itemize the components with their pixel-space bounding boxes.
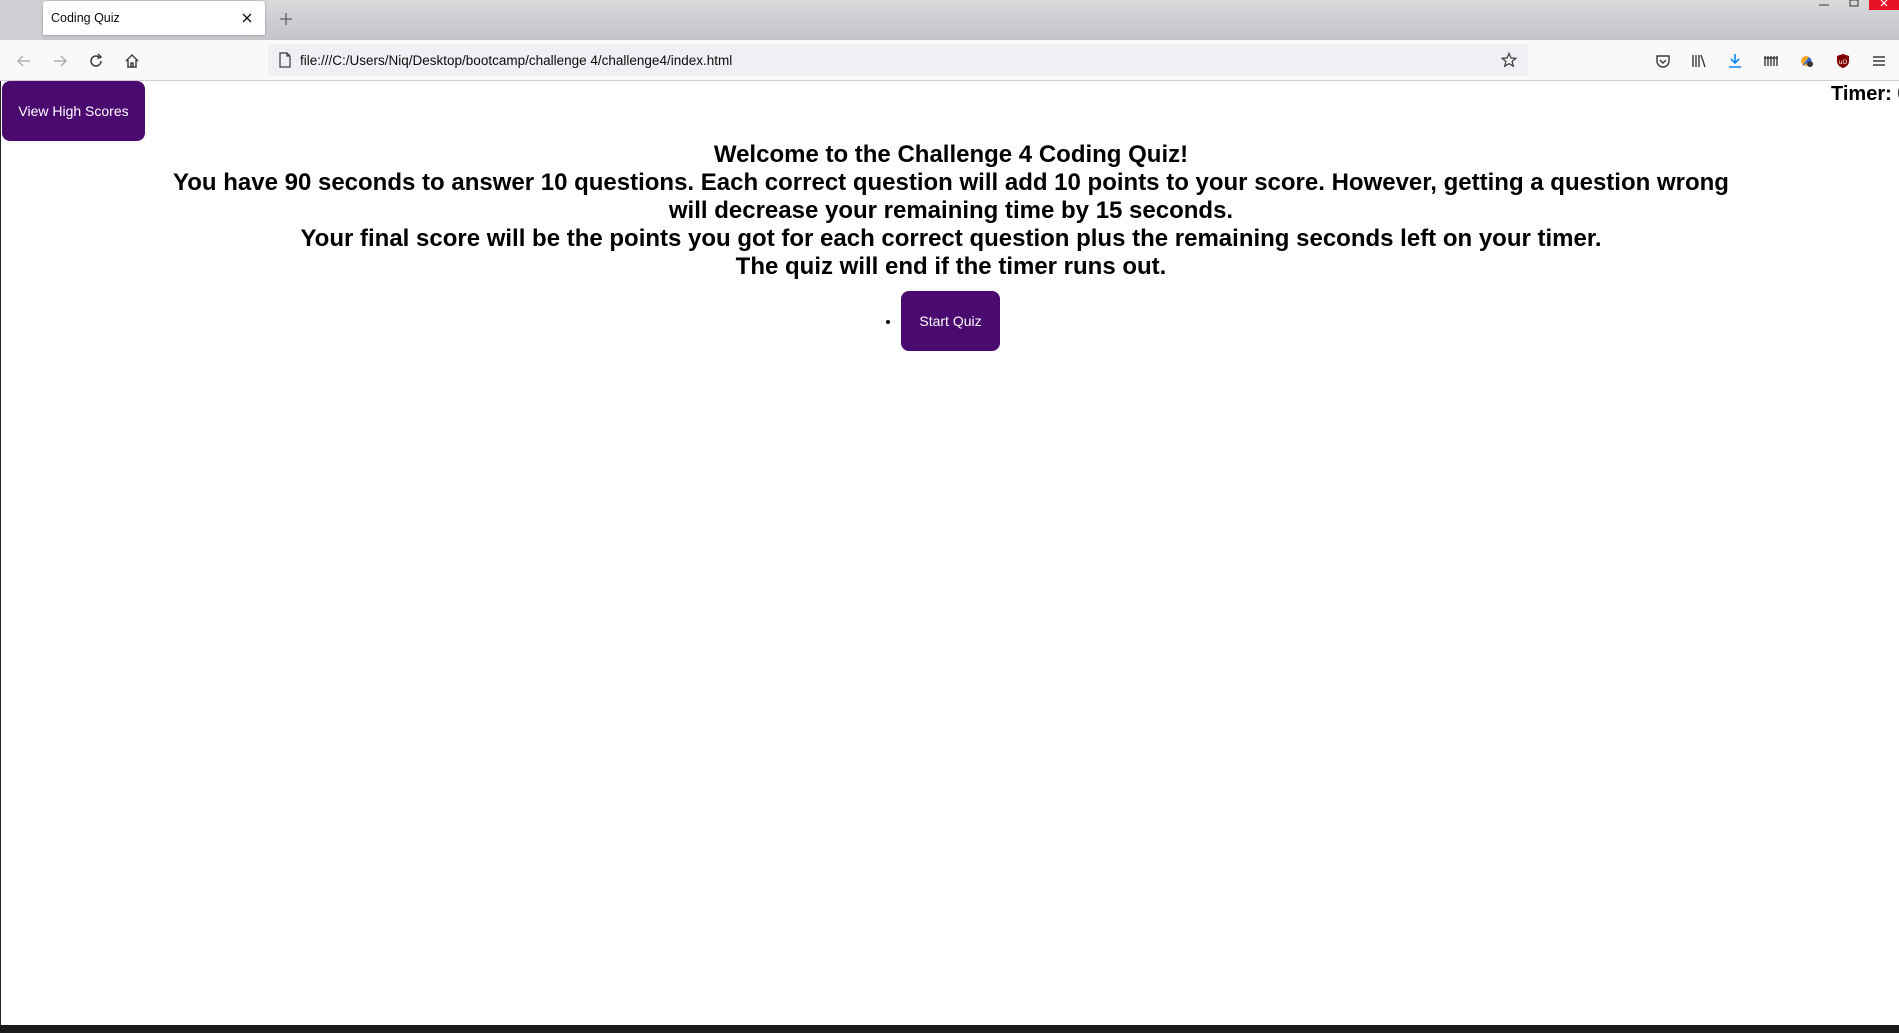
actions-list: Start Quiz [901,291,1000,351]
browser-titlebar: Coding Quiz [0,0,1899,40]
rules-text-2: Your final score will be the points you … [300,225,1602,252]
ublock-icon[interactable]: uO [1830,48,1856,74]
reload-icon[interactable] [83,48,109,74]
pocket-icon[interactable] [1650,48,1676,74]
address-bar[interactable]: file:///C:/Users/Niq/Desktop/bootcamp/ch… [268,44,1528,76]
welcome-heading: Welcome to the Challenge 4 Coding Quiz! [713,141,1189,168]
taskbar-edge [0,1025,1899,1033]
rules-text-3: The quiz will end if the timer runs out. [735,253,1167,280]
tab-strip-spacer [0,0,42,40]
tab-coding-quiz[interactable]: Coding Quiz [43,1,265,35]
window-controls [1809,0,1899,10]
quiz-intro: Welcome to the Challenge 4 Coding Quiz! … [151,141,1751,281]
library-icon[interactable] [1686,48,1712,74]
extension-avatar-icon[interactable] [1794,48,1820,74]
menu-icon[interactable] [1866,48,1892,74]
tab-title: Coding Quiz [51,11,120,25]
bookmark-star-icon[interactable] [1498,49,1520,71]
forward-icon[interactable] [47,48,73,74]
list-item: Start Quiz [901,291,1000,351]
browser-toolbar: file:///C:/Users/Niq/Desktop/bootcamp/ch… [0,40,1899,81]
page-viewport: View High Scores Timer: 0 Welcome to the… [0,81,1899,1025]
close-tab-icon[interactable] [239,10,255,26]
back-icon[interactable] [11,48,37,74]
view-high-scores-button[interactable]: View High Scores [2,81,145,141]
start-quiz-button[interactable]: Start Quiz [901,291,1000,351]
downloads-icon[interactable] [1722,48,1748,74]
quiz-actions: Start Quiz [1,291,1899,351]
window-close-icon[interactable] [1869,0,1899,10]
rules-text-1: You have 90 seconds to answer 10 questio… [173,169,1729,224]
url-text: file:///C:/Users/Niq/Desktop/bootcamp/ch… [300,52,733,68]
extensions-icon[interactable] [1758,48,1784,74]
svg-text:uO: uO [1839,59,1848,66]
minimize-icon[interactable] [1809,0,1839,10]
new-tab-icon[interactable] [276,9,296,29]
maximize-icon[interactable] [1839,0,1869,10]
timer-display: Timer: 0 [1831,83,1899,105]
page-icon [276,51,294,69]
home-icon[interactable] [119,48,145,74]
